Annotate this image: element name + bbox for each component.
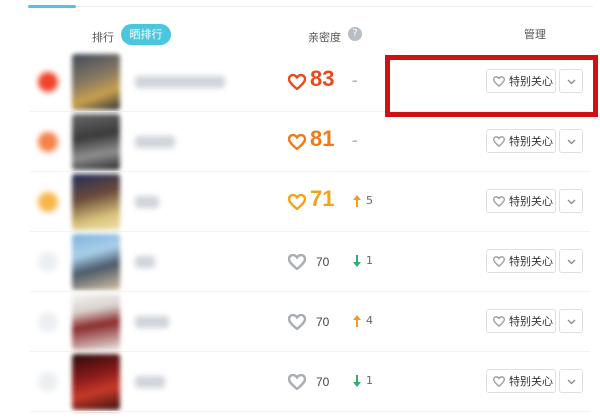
trend-down-arrow-icon bbox=[353, 255, 361, 267]
rank-change: – bbox=[352, 134, 358, 147]
friend-name bbox=[135, 316, 169, 328]
chevron-down-icon bbox=[567, 259, 576, 265]
active-tab-indicator bbox=[28, 5, 76, 8]
intimacy-score: 83 bbox=[310, 66, 335, 91]
avatar bbox=[72, 294, 120, 350]
table-row: 71 5 特别关心 bbox=[0, 172, 600, 232]
table-row: 70 4 特别关心 bbox=[0, 292, 600, 352]
intimacy-heart-icon bbox=[288, 314, 306, 330]
rank-change: 1 bbox=[366, 254, 373, 267]
intimacy-score: 81 bbox=[310, 126, 335, 151]
help-icon[interactable]: ? bbox=[348, 27, 362, 41]
rank-change: 1 bbox=[366, 374, 373, 387]
avatar bbox=[72, 174, 120, 230]
friend-name bbox=[135, 136, 175, 148]
trend-up-arrow-icon bbox=[353, 195, 361, 207]
table-row: 70 1 特别关心 bbox=[0, 352, 600, 412]
more-options-dropdown[interactable] bbox=[559, 189, 583, 213]
rank-badge bbox=[38, 312, 58, 332]
chevron-down-icon bbox=[567, 319, 576, 325]
table-row: 70 1 特别关心 bbox=[0, 232, 600, 292]
tab-underline bbox=[28, 6, 593, 7]
avatar bbox=[72, 354, 120, 410]
special-care-button[interactable]: 特别关心 bbox=[486, 369, 556, 393]
rank-column-header: 排行 bbox=[92, 31, 114, 44]
rank-badge bbox=[38, 192, 58, 212]
friend-name bbox=[135, 376, 165, 388]
more-options-dropdown[interactable] bbox=[559, 369, 583, 393]
intimacy-heart-icon bbox=[288, 134, 306, 150]
rank-change: 5 bbox=[366, 194, 373, 207]
intimacy-heart-icon bbox=[288, 194, 306, 210]
chevron-down-icon bbox=[567, 199, 576, 205]
more-options-dropdown[interactable] bbox=[559, 249, 583, 273]
intimacy-score: 70 bbox=[316, 375, 330, 389]
special-care-label: 特别关心 bbox=[509, 375, 553, 388]
trend-up-arrow-icon bbox=[353, 315, 361, 327]
rank-change: – bbox=[352, 74, 358, 87]
intimacy-score: 71 bbox=[310, 186, 335, 211]
special-care-button[interactable]: 特别关心 bbox=[486, 249, 556, 273]
heart-outline-icon bbox=[493, 316, 505, 327]
rank-badge bbox=[38, 252, 58, 272]
friend-name bbox=[135, 196, 159, 208]
rank-change: 4 bbox=[366, 314, 373, 327]
special-care-button[interactable]: 特别关心 bbox=[486, 189, 556, 213]
avatar bbox=[72, 114, 120, 170]
intimacy-column-header: 亲密度 bbox=[308, 31, 341, 44]
intimacy-heart-icon bbox=[288, 254, 306, 270]
heart-outline-icon bbox=[493, 376, 505, 387]
special-care-button[interactable]: 特别关心 bbox=[486, 309, 556, 333]
rank-badge bbox=[38, 132, 58, 152]
special-care-label: 特别关心 bbox=[509, 135, 553, 148]
row-divider bbox=[30, 411, 590, 412]
share-ranking-button[interactable]: 晒排行 bbox=[121, 24, 171, 45]
intimacy-score: 70 bbox=[316, 315, 330, 329]
trend-down-arrow-icon bbox=[353, 375, 361, 387]
more-options-dropdown[interactable] bbox=[559, 309, 583, 333]
intimacy-heart-icon bbox=[288, 74, 306, 90]
manage-column-header: 管理 bbox=[524, 28, 546, 41]
chevron-down-icon bbox=[567, 379, 576, 385]
special-care-label: 特别关心 bbox=[509, 195, 553, 208]
special-care-label: 特别关心 bbox=[509, 255, 553, 268]
rank-badge bbox=[38, 372, 58, 392]
intimacy-heart-icon bbox=[288, 374, 306, 390]
table-row: 81 – 特别关心 bbox=[0, 112, 600, 172]
friend-name bbox=[135, 76, 225, 88]
heart-outline-icon bbox=[493, 136, 505, 147]
rank-badge bbox=[38, 72, 58, 92]
friend-name bbox=[135, 256, 155, 268]
heart-outline-icon bbox=[493, 256, 505, 267]
annotation-highlight-box bbox=[385, 55, 598, 117]
special-care-button[interactable]: 特别关心 bbox=[486, 129, 556, 153]
more-options-dropdown[interactable] bbox=[559, 129, 583, 153]
chevron-down-icon bbox=[567, 139, 576, 145]
table-header: 排行 晒排行 亲密度 ? 管理 bbox=[0, 20, 600, 50]
avatar bbox=[72, 54, 120, 110]
avatar bbox=[72, 234, 120, 290]
intimacy-score: 70 bbox=[316, 255, 330, 269]
intimacy-ranking-panel: 排行 晒排行 亲密度 ? 管理 83 – 特别关心 81 – 特别关心 71 5… bbox=[0, 0, 600, 420]
heart-outline-icon bbox=[493, 196, 505, 207]
special-care-label: 特别关心 bbox=[509, 315, 553, 328]
